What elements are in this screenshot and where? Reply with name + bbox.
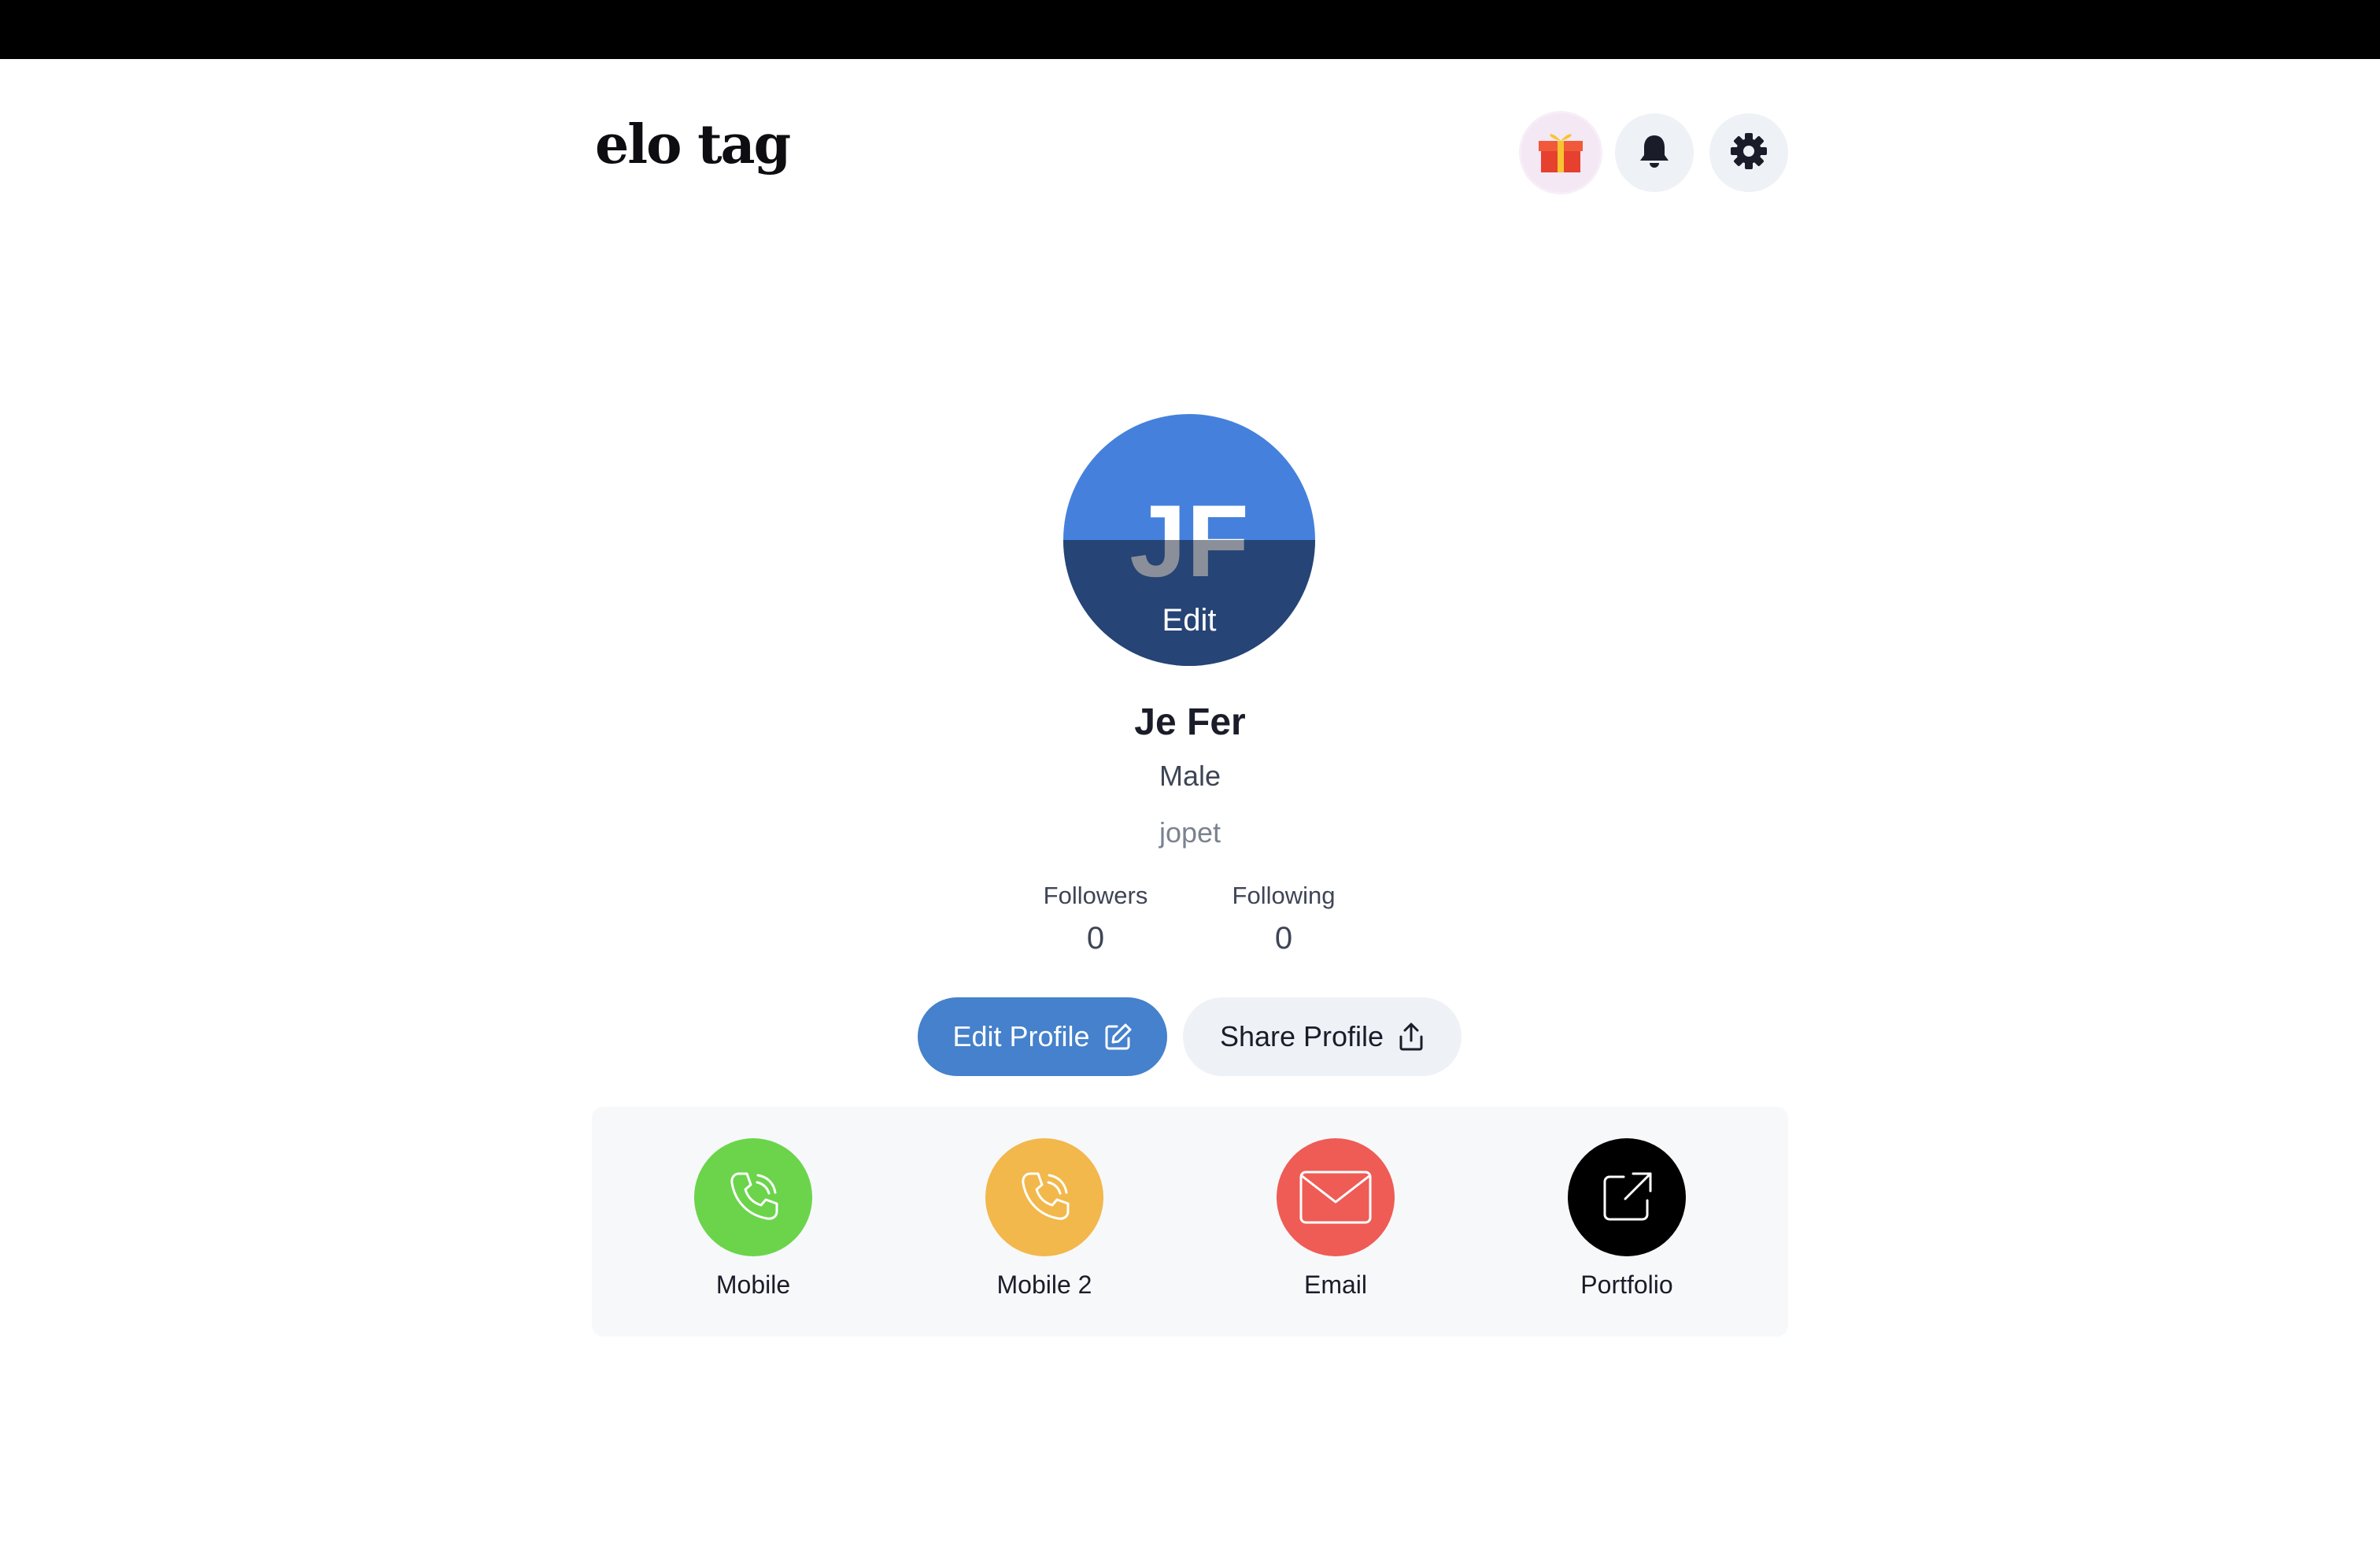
phone-icon	[694, 1138, 812, 1256]
followers-count: 0	[1086, 921, 1105, 956]
link-portfolio[interactable]: Portfolio	[1517, 1138, 1737, 1300]
external-link-icon	[1568, 1138, 1686, 1256]
gift-button[interactable]	[1521, 113, 1600, 192]
following-stat[interactable]: Following 0	[1189, 882, 1378, 956]
notifications-button[interactable]	[1615, 113, 1694, 192]
avatar-edit-label[interactable]: Edit	[1063, 603, 1315, 638]
followers-label: Followers	[1043, 882, 1148, 909]
edit-profile-button[interactable]: Edit Profile	[918, 997, 1167, 1076]
link-mobile[interactable]: Mobile	[643, 1138, 863, 1300]
profile-name: Je Fer	[1134, 701, 1246, 743]
top-bar	[0, 0, 2380, 59]
link-email[interactable]: Email	[1225, 1138, 1446, 1300]
link-label: Mobile 2	[996, 1270, 1092, 1299]
app-logo[interactable]: elo tag	[595, 118, 791, 172]
link-label: Portfolio	[1580, 1270, 1673, 1299]
settings-button[interactable]	[1709, 113, 1788, 192]
following-count: 0	[1274, 921, 1293, 956]
mail-icon	[1277, 1138, 1395, 1256]
link-label: Email	[1303, 1270, 1367, 1299]
gift-icon	[1535, 125, 1587, 181]
share-profile-button[interactable]: Share Profile	[1183, 997, 1462, 1076]
profile-gender: Male	[1159, 760, 1221, 792]
avatar-initials-shaded: JF	[1063, 540, 1315, 590]
contact-links-panel: Mobile Mobile 2 Email Portfolio	[592, 1107, 1788, 1337]
share-icon	[1398, 1023, 1425, 1051]
edit-icon	[1104, 1023, 1133, 1051]
share-profile-label: Share Profile	[1219, 1020, 1384, 1052]
link-label: Mobile	[715, 1270, 791, 1299]
bell-icon	[1639, 134, 1670, 172]
link-mobile-2[interactable]: Mobile 2	[934, 1138, 1155, 1300]
followers-stat[interactable]: Followers 0	[1001, 882, 1190, 956]
avatar[interactable]: JF JF Edit	[1063, 414, 1315, 666]
following-label: Following	[1232, 882, 1336, 909]
edit-profile-label: Edit Profile	[952, 1020, 1090, 1052]
profile-username: jopet	[1159, 816, 1221, 849]
gear-icon	[1730, 132, 1768, 174]
phone-icon	[985, 1138, 1103, 1256]
